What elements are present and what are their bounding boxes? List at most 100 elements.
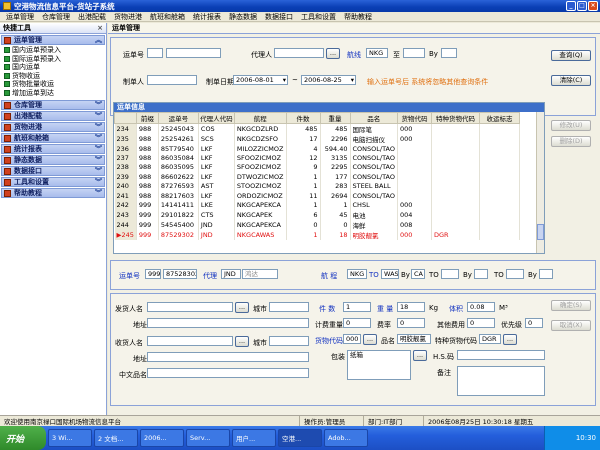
shipper-input[interactable] bbox=[147, 302, 233, 312]
chevron-down-icon[interactable]: ︾ bbox=[95, 134, 102, 143]
group-item[interactable]: 帮助教程 ︾ bbox=[1, 188, 105, 198]
table-row[interactable]: 237 988 86035084 LKF SFOOZICMOZ 12 3135 CONSOL/… bbox=[114, 153, 521, 163]
table-row[interactable]: 235 988 25254261 SCS NKGCDZSFO 17 2296 电脑扫描仪 000 bbox=[114, 134, 521, 144]
sub-item[interactable]: 货物批量收运 bbox=[0, 80, 106, 89]
carrier2-input[interactable] bbox=[474, 269, 488, 279]
maker-input[interactable] bbox=[147, 75, 197, 85]
query-button[interactable]: 查询(Q) bbox=[551, 50, 591, 61]
chevron-down-icon[interactable]: ︾ bbox=[95, 156, 102, 165]
close-button[interactable]: × bbox=[588, 1, 598, 11]
scrollbar-thumb[interactable] bbox=[537, 224, 544, 240]
table-row[interactable]: 236 988 85T79540 LKF MILOZZICMOZ 4 594.40 CONSO… bbox=[114, 144, 521, 154]
agent-input[interactable] bbox=[274, 48, 324, 58]
hs-input[interactable] bbox=[457, 350, 545, 360]
sub-item[interactable]: 国际运单预录入 bbox=[0, 55, 106, 64]
taskbar-item[interactable]: Adob... bbox=[324, 429, 368, 447]
table-row[interactable]: 239 988 86602622 LKF DTWOZICMOZ 1 177 CONSOL/TA… bbox=[114, 172, 521, 182]
modify-button[interactable]: 修改(U) bbox=[551, 120, 591, 131]
table-row[interactable]: ▶245 999 87529302 JND NKGCAWAS 1 18 明胶靓氯 000 DGR bbox=[114, 229, 521, 240]
address2-input[interactable] bbox=[147, 352, 309, 362]
column-header[interactable]: 前缀 bbox=[135, 112, 159, 124]
group-item[interactable]: 数据接口 ︾ bbox=[1, 166, 105, 176]
confirm-button[interactable]: 确定(S) bbox=[551, 300, 591, 311]
menu-item[interactable]: 数据接口 bbox=[261, 12, 297, 22]
clear-button[interactable]: 清除(C) bbox=[551, 75, 591, 86]
dest3-input[interactable] bbox=[506, 269, 524, 279]
table-row[interactable]: 238 988 86035095 LKF SFOOZICMOZ 9 2295 CONSOL/T… bbox=[114, 162, 521, 173]
goods-input[interactable]: 明胶靓氯 bbox=[397, 334, 431, 344]
column-header[interactable]: 重量 bbox=[319, 112, 351, 124]
detail-agent-code[interactable]: JND bbox=[221, 269, 241, 279]
column-header[interactable]: 代理人代码 bbox=[197, 112, 235, 124]
weight-input[interactable]: 18 bbox=[397, 302, 425, 312]
dropdown-arrow-icon[interactable]: ▾ bbox=[351, 76, 354, 84]
table-row[interactable]: 240 988 87276593 AST STOOZICMOZ 1 283 STEEL BAL… bbox=[114, 181, 521, 191]
dropdown-arrow-icon[interactable]: ▾ bbox=[283, 76, 286, 84]
column-header[interactable]: 货物代码 bbox=[397, 112, 433, 124]
address-input[interactable] bbox=[147, 318, 309, 328]
packing-browse-button[interactable]: ... bbox=[413, 350, 427, 361]
vertical-scrollbar[interactable] bbox=[536, 112, 544, 253]
carrier-input[interactable]: CA bbox=[411, 269, 425, 279]
chevron-down-icon[interactable]: ︾ bbox=[95, 112, 102, 121]
table-row[interactable]: 243 999 29101822 CTS NKGCAPEK 6 45 电池 004 bbox=[114, 209, 521, 220]
start-button[interactable]: 开始 bbox=[0, 426, 46, 450]
cargo-code-input[interactable]: 000 bbox=[343, 334, 361, 344]
waybill-prefix-input[interactable] bbox=[147, 48, 163, 58]
delete-button[interactable]: 删除(D) bbox=[551, 136, 591, 147]
chevron-down-icon[interactable]: ︾ bbox=[95, 145, 102, 154]
column-header[interactable]: 件数 bbox=[285, 112, 321, 124]
special-input[interactable]: DGR bbox=[479, 334, 501, 344]
date-from-input[interactable]: 2006-08-01 ▾ bbox=[233, 75, 288, 85]
menu-item[interactable]: 统计报表 bbox=[189, 12, 225, 22]
dest2-input[interactable] bbox=[441, 269, 459, 279]
cargo-code-browse-button[interactable]: ... bbox=[363, 334, 377, 345]
pieces-input[interactable]: 1 bbox=[343, 302, 371, 312]
date-to-input[interactable]: 2006-08-25 ▾ bbox=[301, 75, 356, 85]
menu-item[interactable]: 帮助教程 bbox=[340, 12, 376, 22]
taskbar-item[interactable]: 2 文档... bbox=[94, 429, 138, 447]
consignee-input[interactable] bbox=[147, 336, 233, 346]
waybill-number-input[interactable] bbox=[166, 48, 221, 58]
menu-item[interactable]: 运单管理 bbox=[2, 12, 38, 22]
sub-item[interactable]: 货物收运 bbox=[0, 72, 106, 81]
chevron-down-icon[interactable]: ︾ bbox=[95, 101, 102, 110]
shipper-browse-button[interactable]: ... bbox=[235, 302, 249, 313]
close-icon[interactable]: × bbox=[97, 23, 103, 34]
group-item[interactable]: 货物进港 ︾ bbox=[1, 122, 105, 132]
taskbar-item[interactable]: 用户... bbox=[232, 429, 276, 447]
group-item[interactable]: 工具和设置 ︾ bbox=[1, 177, 105, 187]
detail-waybill-number[interactable]: 87528302 bbox=[163, 269, 197, 279]
charge-weight-input[interactable]: 0 bbox=[343, 318, 371, 328]
group-item[interactable]: 出港配载 ︾ bbox=[1, 111, 105, 121]
detail-prefix[interactable]: 999 bbox=[145, 269, 161, 279]
table-row[interactable]: 242 999 14141411 LKE NKGCAPEKCA 1 1 CHSL 000 bbox=[114, 200, 521, 210]
dest-input[interactable]: WAS bbox=[381, 269, 399, 279]
carrier3-input[interactable] bbox=[539, 269, 553, 279]
city2-input[interactable] bbox=[269, 336, 309, 346]
cn-name-input[interactable] bbox=[147, 368, 309, 378]
column-header[interactable]: 运单号 bbox=[157, 112, 199, 124]
taskbar-item[interactable]: 3 Wi... bbox=[48, 429, 92, 447]
sub-item[interactable]: 国内运单预录入 bbox=[0, 46, 106, 55]
chevron-down-icon[interactable]: ︾ bbox=[95, 123, 102, 132]
group-item[interactable]: 统计报表 ︾ bbox=[1, 144, 105, 154]
origin-input[interactable]: NKG bbox=[347, 269, 367, 279]
group-item[interactable]: 静态数据 ︾ bbox=[1, 155, 105, 165]
table-row[interactable]: 234 988 25245043 COS NKGCDZLRD 485 485 国际笔 000 bbox=[114, 123, 521, 134]
minimize-button[interactable]: _ bbox=[566, 1, 576, 11]
menu-item[interactable]: 静态数据 bbox=[225, 12, 261, 22]
rate-input[interactable]: 0 bbox=[397, 318, 425, 328]
menu-item[interactable]: 工具和设置 bbox=[297, 12, 340, 22]
menu-item[interactable]: 出港配载 bbox=[74, 12, 110, 22]
taskbar-item[interactable]: Serv... bbox=[186, 429, 230, 447]
group-item[interactable]: 仓库管理 ︾ bbox=[1, 100, 105, 110]
sub-item[interactable]: 增加运单到达 bbox=[0, 89, 106, 98]
by-input[interactable] bbox=[441, 48, 457, 58]
priority-input[interactable]: 0 bbox=[525, 318, 543, 328]
chevron-down-icon[interactable]: ︾ bbox=[95, 167, 102, 176]
chevron-up-icon[interactable]: ︽ bbox=[95, 36, 102, 45]
special-browse-button[interactable]: ... bbox=[503, 334, 517, 345]
maximize-button[interactable]: □ bbox=[577, 1, 587, 11]
column-header[interactable]: 收运标志 bbox=[479, 112, 521, 124]
